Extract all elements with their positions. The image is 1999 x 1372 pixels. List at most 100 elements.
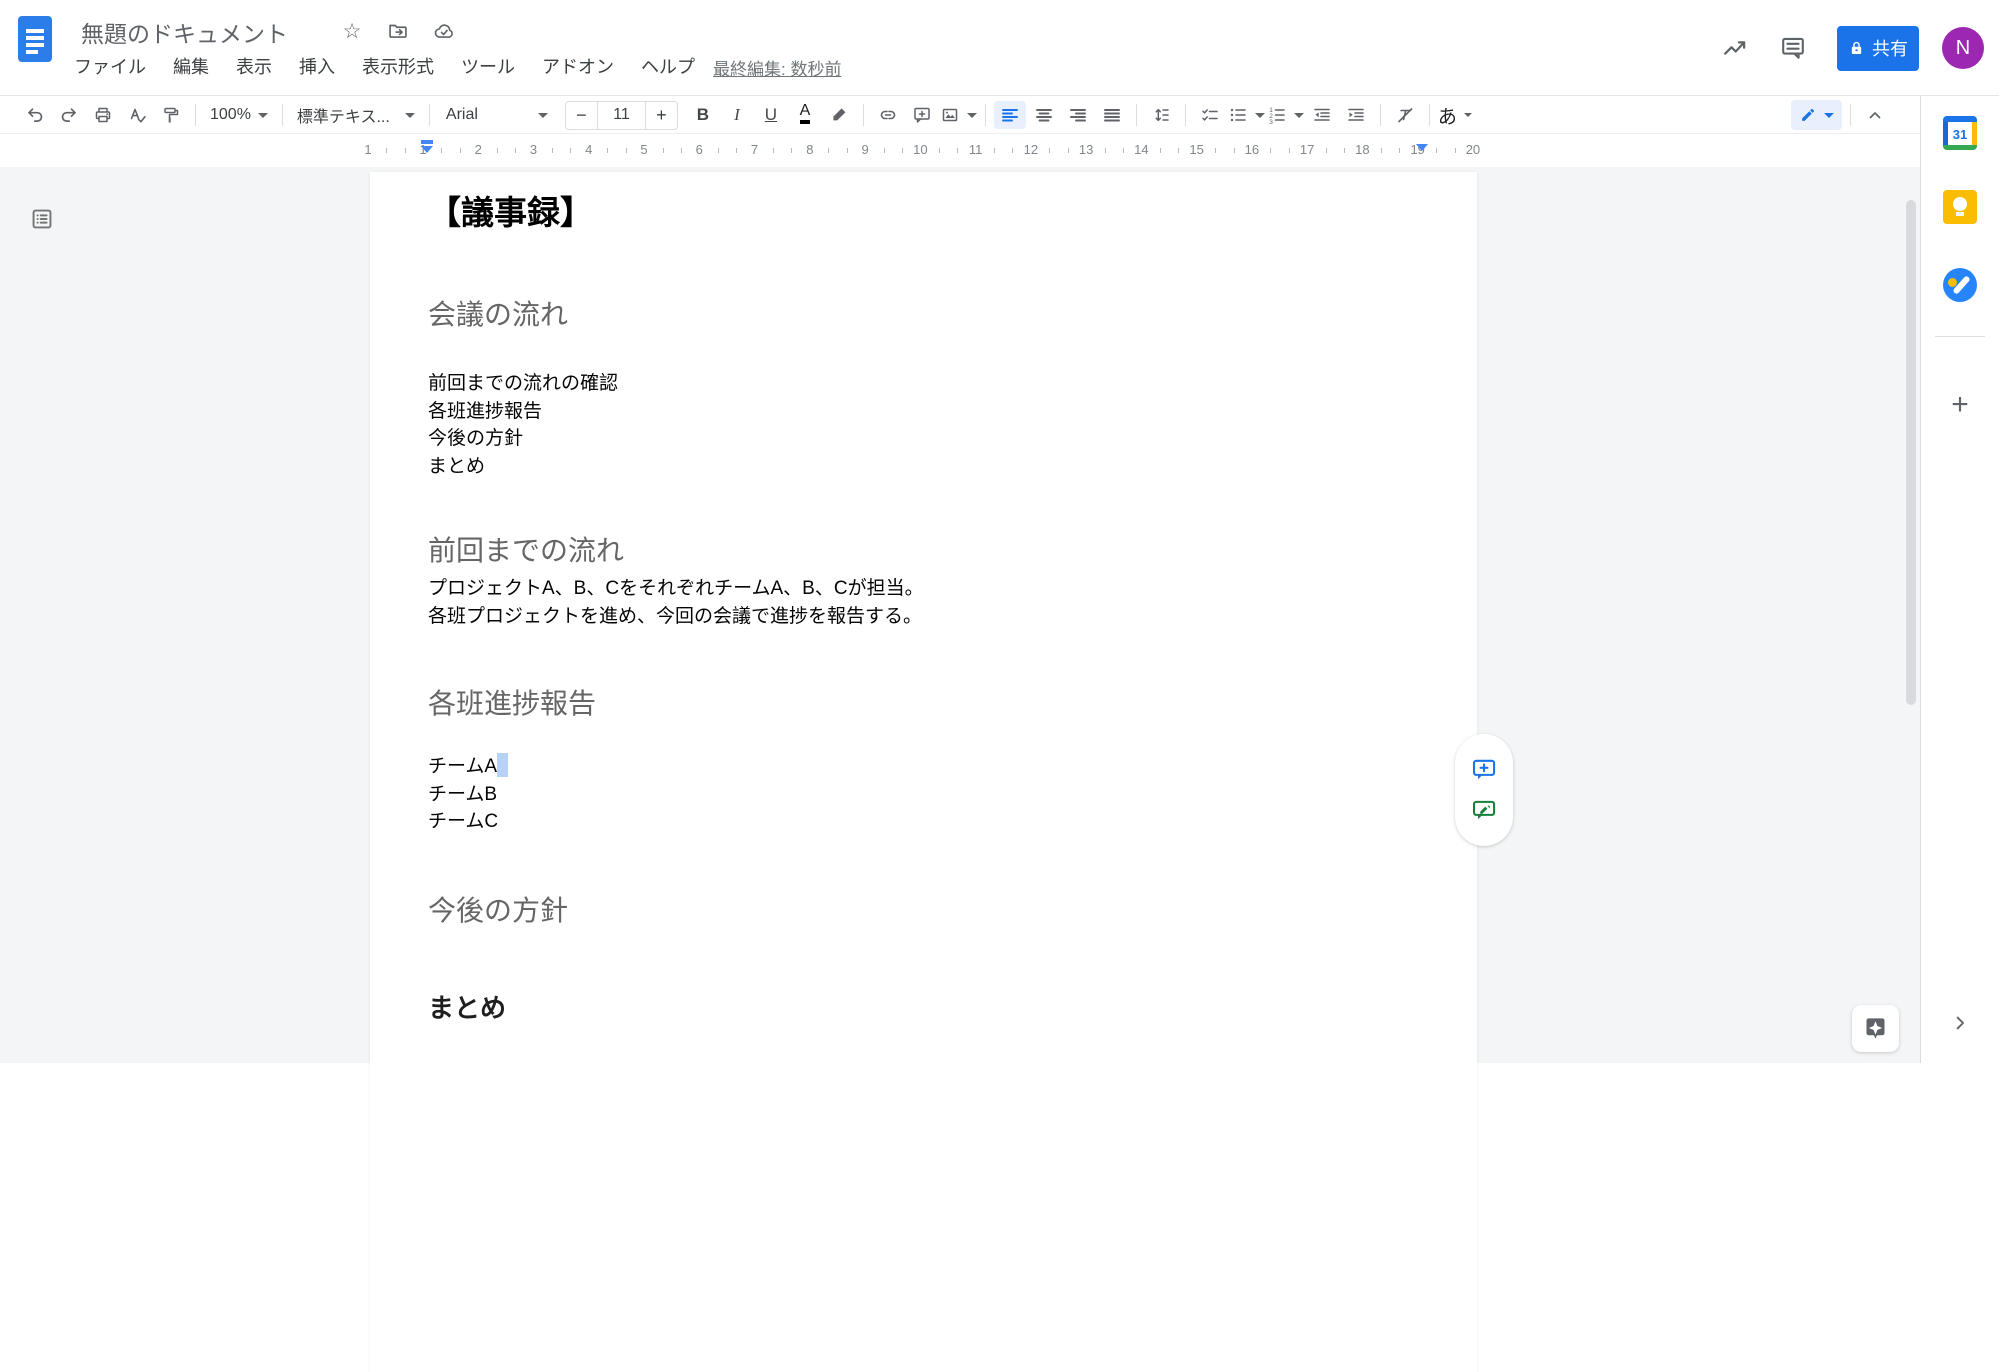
input-tools-button[interactable]: あ [1438, 101, 1472, 129]
checklist-button[interactable] [1194, 101, 1226, 129]
vertical-scrollbar[interactable] [1906, 200, 1916, 705]
menu-item[interactable]: 編集 [173, 53, 209, 79]
star-icon[interactable]: ☆ [338, 17, 366, 45]
ruler-tick [957, 148, 958, 153]
font-size-input[interactable]: 11 [597, 102, 646, 129]
ruler-tick [847, 148, 848, 153]
bold-button[interactable]: B [687, 101, 719, 129]
get-addons-button[interactable]: + [1951, 388, 1969, 422]
ruler-tick [1105, 148, 1106, 153]
insert-link-button[interactable] [872, 101, 904, 129]
print-button[interactable] [87, 101, 119, 129]
show-outline-button[interactable] [26, 203, 58, 235]
document-title[interactable]: 無題のドキュメント [81, 15, 288, 49]
doc-body: 前回までの流れの確認各班進捗報告今後の方針まとめ [428, 370, 1437, 480]
ruler-number: 10 [913, 142, 927, 157]
open-comment-history-icon[interactable] [1771, 26, 1815, 70]
doc-heading: 各班進捗報告 [428, 686, 1437, 722]
underline-button[interactable]: U [755, 101, 787, 129]
decrease-indent-button[interactable] [1306, 101, 1338, 129]
paint-format-button[interactable] [155, 101, 187, 129]
share-label: 共有 [1872, 35, 1908, 61]
ruler-tick [1436, 148, 1437, 153]
move-to-folder-icon[interactable] [384, 17, 412, 45]
google-docs-logo-icon[interactable] [18, 16, 52, 62]
ruler-tick [736, 148, 737, 153]
numbered-list-button[interactable]: 1 2 3 [1267, 101, 1304, 129]
explore-button[interactable] [1852, 1005, 1899, 1052]
ruler-number: 18 [1355, 142, 1369, 157]
doc-body: チームAチームBチームC [428, 753, 1437, 836]
menu-item[interactable]: 表示 [236, 53, 272, 79]
suggest-edits-margin-button[interactable] [1471, 797, 1497, 823]
font-family-select[interactable]: Arial [438, 101, 556, 129]
line-spacing-button[interactable] [1145, 101, 1177, 129]
tasks-icon[interactable] [1943, 268, 1977, 302]
spell-check-button[interactable] [121, 101, 153, 129]
document-status-cloud-icon[interactable] [430, 17, 458, 45]
highlight-color-button[interactable] [823, 101, 855, 129]
activity-dashboard-icon[interactable] [1713, 26, 1757, 70]
chevron-down-icon [967, 113, 977, 118]
doc-line: 今後の方針 [428, 425, 1437, 453]
ruler-tick [1381, 148, 1382, 153]
align-right-button[interactable] [1062, 101, 1094, 129]
redo-button[interactable] [53, 101, 85, 129]
account-avatar[interactable]: N [1942, 27, 1984, 69]
svg-text:3: 3 [1269, 119, 1273, 125]
menu-item[interactable]: ツール [461, 53, 515, 79]
share-button[interactable]: 共有 [1837, 26, 1919, 71]
justify-button[interactable] [1096, 101, 1128, 129]
ruler-tick [718, 148, 719, 153]
menu-item[interactable]: 挿入 [299, 53, 335, 79]
menu-item[interactable]: 表示形式 [362, 53, 434, 79]
chevron-down-icon [405, 113, 415, 118]
add-comment-button[interactable] [906, 101, 938, 129]
text-color-button[interactable]: A [789, 101, 821, 129]
doc-line: チームC [428, 808, 1437, 836]
ruler-tick [1178, 148, 1179, 153]
ruler-tick [1215, 148, 1216, 153]
zoom-select[interactable]: 100% [204, 101, 274, 129]
ruler-number: 9 [861, 142, 868, 157]
hide-side-panel-button[interactable] [1948, 1011, 1972, 1035]
ruler-number: 11 [969, 142, 983, 157]
ruler-tick [1344, 148, 1345, 153]
menu-item[interactable]: アドオン [542, 53, 614, 79]
decrease-font-size-button[interactable]: − [566, 102, 597, 129]
menu-item[interactable]: ファイル [74, 53, 146, 79]
increase-indent-button[interactable] [1340, 101, 1372, 129]
collapse-toolbar-button[interactable] [1859, 101, 1891, 129]
ruler-number: 3 [530, 142, 537, 157]
calendar-icon[interactable]: 31 [1943, 116, 1977, 150]
ruler-number: 20 [1466, 142, 1480, 157]
ruler-number: 1 [364, 142, 371, 157]
add-comment-margin-button[interactable] [1471, 757, 1497, 783]
right-indent-marker[interactable] [1416, 144, 1428, 151]
ruler-tick [1049, 148, 1050, 153]
left-indent-marker[interactable] [421, 140, 433, 153]
undo-button[interactable] [19, 101, 51, 129]
chevron-down-icon [1464, 113, 1472, 117]
keep-icon[interactable] [1943, 190, 1977, 224]
pencil-icon [1799, 106, 1817, 124]
increase-font-size-button[interactable]: + [646, 102, 677, 129]
bulleted-list-button[interactable] [1228, 101, 1265, 129]
align-left-button[interactable] [994, 101, 1026, 129]
document-page[interactable]: 【議事録】会議の流れ前回までの流れの確認各班進捗報告今後の方針まとめ前回までの流… [370, 172, 1477, 1372]
ruler-number: 8 [806, 142, 813, 157]
menu-item[interactable]: ヘルプ [641, 53, 695, 79]
italic-button[interactable]: I [721, 101, 753, 129]
ruler-tick [773, 148, 774, 153]
clear-formatting-button[interactable] [1389, 101, 1421, 129]
align-center-button[interactable] [1028, 101, 1060, 129]
editing-mode-select[interactable] [1791, 100, 1842, 130]
toolbar: 100% 標準テキス... Arial − 11 + B I U A [0, 97, 1920, 134]
insert-image-button[interactable] [940, 101, 977, 129]
doc-line: プロジェクトA、B、CをそれぞれチームA、B、Cが担当。 [428, 575, 1437, 603]
ruler-tick [441, 148, 442, 153]
last-edited-link[interactable]: 最終編集: 数秒前 [713, 55, 841, 80]
ruler-tick [386, 148, 387, 153]
margin-actions-pill [1455, 734, 1513, 846]
paragraph-style-select[interactable]: 標準テキス... [291, 101, 421, 129]
